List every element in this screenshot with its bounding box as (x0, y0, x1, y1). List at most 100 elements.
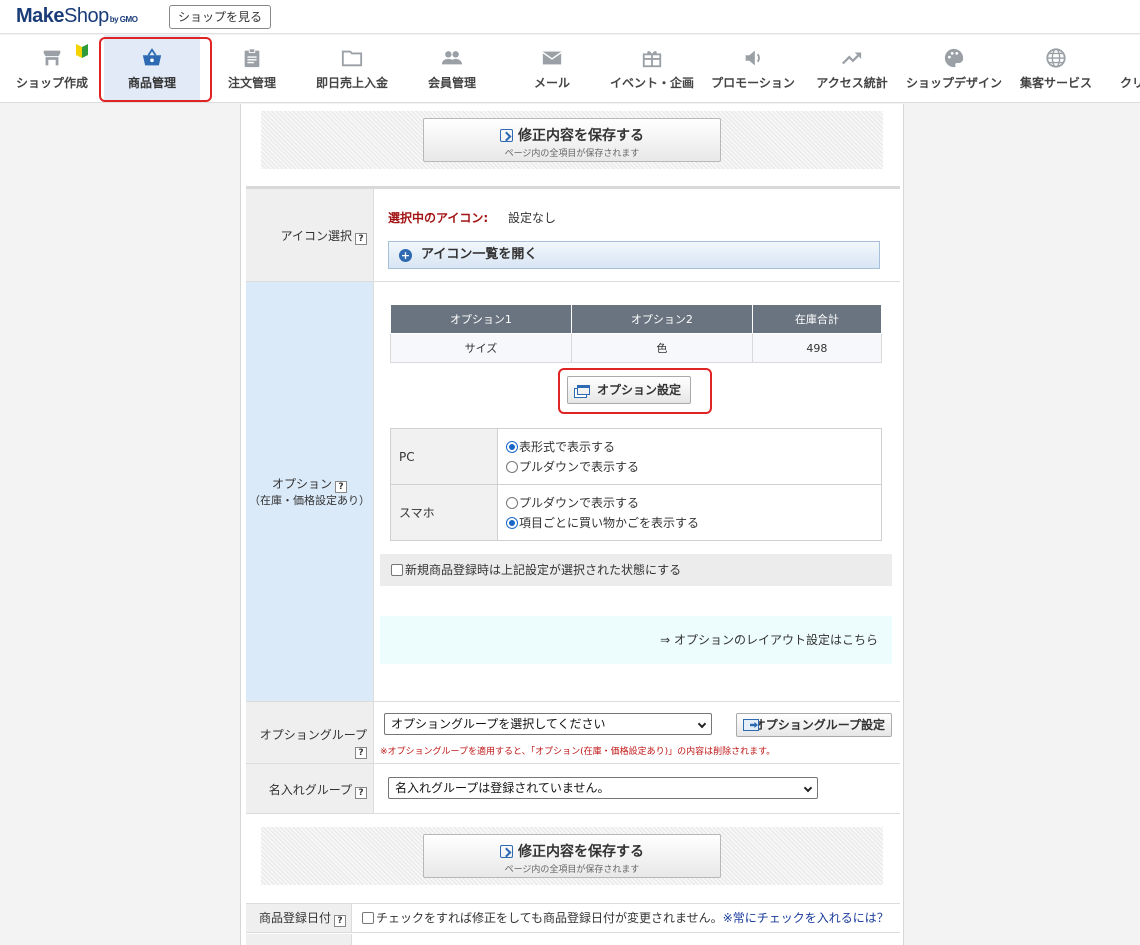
help-icon[interactable]: ? (355, 747, 367, 759)
nav-label: 注文管理 (227, 76, 276, 90)
option-group-select[interactable]: オプショングループを選択してください (384, 713, 712, 735)
save-button-top[interactable]: 修正内容を保存する ページ内の全項目が保存されます (423, 118, 721, 162)
help-icon[interactable]: ? (334, 915, 346, 927)
label-text: オプション (271, 477, 332, 491)
nav-label: アクセス統計 (816, 76, 888, 90)
folder-icon (341, 50, 363, 67)
option-group-setting-label: オプショングループ設定 (753, 718, 885, 732)
option-table-cell: 498 (751, 333, 883, 363)
nav-label: 即日売上入金 (315, 76, 388, 90)
radio-pc-pulldown[interactable]: プルダウンで表示する (506, 457, 881, 477)
keep-date-label: チェックをすれば修正をしても商品登録日付が変更されません。 (376, 911, 723, 925)
label-icon-select: アイコン選択? (246, 189, 374, 281)
option-table-header: 在庫合計 (751, 304, 883, 334)
chevron-down-icon (803, 783, 813, 793)
nav-label: 集客サービス (1019, 76, 1092, 90)
label-next (246, 934, 352, 945)
palette-icon (944, 48, 964, 68)
nav-label: プロモーション (711, 76, 795, 90)
nav-label: ショップ作成 (15, 76, 88, 90)
open-icon-list-button[interactable]: + アイコン一覧を開く (388, 241, 880, 269)
nav-same-day-payment[interactable]: 即日売上入金 (306, 35, 398, 102)
label-option-group: オプショングループ? (246, 702, 374, 763)
radio-label: プルダウンで表示する (519, 459, 640, 474)
open-icon-list-label: アイコン一覧を開く (421, 247, 538, 262)
radio-pc-table[interactable]: 表形式で表示する (506, 437, 881, 457)
save-band-top: 修正内容を保存する ページ内の全項目が保存されます (261, 111, 883, 169)
trend-icon (842, 52, 862, 65)
always-check-link[interactable]: ※常にチェックを入れるには？ (723, 911, 889, 925)
save-label-text: 修正内容を保存する (518, 128, 644, 144)
nav-item-truncated[interactable]: クリ (1112, 35, 1140, 102)
makeshop-logo[interactable]: MakeShopby GMO (16, 5, 138, 28)
new-registration-label: 新規商品登録時は上記設定が選択された状態にする (405, 563, 682, 577)
radio-unselected[interactable] (506, 496, 518, 509)
option-layout-link[interactable]: ⇒ オプションのレイアウト設定はこちら (660, 633, 878, 647)
nav-mail[interactable]: メール (508, 35, 596, 102)
main-nav: ショップ作成 商品管理 注文管理 即日売上入金 会員管理 メール イベント・企画… (0, 35, 1140, 103)
speaker-icon (745, 50, 760, 66)
people-icon (441, 51, 463, 65)
new-registration-checkbox[interactable] (391, 564, 403, 576)
save-band-bottom: 修正内容を保存する ページ内の全項目が保存されます (261, 827, 883, 885)
plus-icon: + (399, 249, 412, 262)
save-button-bottom[interactable]: 修正内容を保存する ページ内の全項目が保存されます (423, 834, 721, 878)
shop-icon (43, 50, 61, 66)
nav-events[interactable]: イベント・企画 (606, 35, 698, 102)
help-icon[interactable]: ? (355, 233, 367, 245)
nav-marketing-services[interactable]: 集客サービス (1012, 35, 1100, 102)
selected-icon-value: 設定なし (508, 211, 557, 225)
row-icon-select: アイコン選択? 選択中のアイコン: 設定なし + アイコン一覧を開く (246, 189, 900, 282)
option-group-setting-button[interactable]: オプショングループ設定 (736, 713, 892, 737)
nav-member-management[interactable]: 会員管理 (408, 35, 496, 102)
select-value: オプショングループを選択してください (391, 717, 606, 731)
option-table: オプション1 オプション2 在庫合計 サイズ 色 498 (390, 304, 883, 363)
name-group-select[interactable]: 名入れグループは登録されていません。 (388, 777, 818, 799)
nav-label: 会員管理 (427, 76, 476, 90)
radio-selected[interactable] (506, 516, 518, 529)
value-option-group: オプショングループを選択してください オプショングループ設定 ※オプショングルー… (374, 702, 900, 763)
value-name-group: 名入れグループは登録されていません。 (374, 764, 900, 813)
label-subtext: （在庫・価格設定あり） (249, 494, 370, 507)
radio-sp-cart-per-item[interactable]: 項目ごとに買い物かごを表示する (506, 513, 881, 533)
row-next (246, 934, 900, 945)
view-shop-button[interactable]: ショップを見る (169, 5, 272, 29)
nav-label: クリ (1120, 76, 1140, 90)
new-registration-default: 新規商品登録時は上記設定が選択された状態にする (380, 554, 892, 586)
help-icon[interactable]: ? (355, 787, 367, 799)
option-table-cell: 色 (570, 333, 753, 363)
display-options-smartphone: プルダウンで表示する 項目ごとに買い物かごを表示する (497, 484, 882, 541)
value-options: オプション1 オプション2 在庫合計 サイズ 色 498 オプション設定 PC … (374, 282, 900, 701)
nav-promotion[interactable]: プロモーション (706, 35, 800, 102)
label-options: オプション? （在庫・価格設定あり） (246, 282, 374, 701)
radio-unselected[interactable] (506, 460, 518, 473)
keep-date-checkbox[interactable] (362, 912, 374, 924)
value-registration-date: チェックをすれば修正をしても商品登録日付が変更されません。※常にチェックを入れる… (362, 904, 889, 932)
radio-label: 表形式で表示する (519, 439, 616, 454)
option-group-warning: ※オプショングループを適用すると、「オプション(在庫・価格設定あり)」の内容は削… (380, 747, 776, 757)
row-options: オプション? （在庫・価格設定あり） オプション1 オプション2 在庫合計 サイ… (246, 282, 900, 702)
layout-link-band: ⇒ オプションのレイアウト設定はこちら (380, 616, 892, 664)
label-text: アイコン選択 (280, 229, 352, 243)
nav-product-management[interactable]: 商品管理 (104, 35, 200, 102)
option-table-header: オプション2 (570, 304, 753, 334)
display-options-pc: 表形式で表示する プルダウンで表示する (497, 428, 882, 485)
nav-label: イベント・企画 (609, 76, 694, 90)
radio-sp-pulldown[interactable]: プルダウンで表示する (506, 493, 881, 513)
top-bar: MakeShopby GMO ショップを見る (0, 0, 1140, 34)
mail-icon (542, 51, 562, 65)
window-icon (576, 385, 590, 395)
logo-text-thin: Shop (64, 5, 109, 27)
nav-access-stats[interactable]: アクセス統計 (808, 35, 896, 102)
radio-selected[interactable] (506, 440, 518, 453)
save-label: 修正内容を保存する (424, 125, 720, 145)
option-table-header: オプション1 (390, 304, 572, 334)
nav-shop-design[interactable]: ショップデザイン (904, 35, 1004, 102)
save-icon (500, 845, 513, 858)
radio-label: 項目ごとに買い物かごを表示する (519, 515, 700, 530)
option-setting-button[interactable]: オプション設定 (567, 376, 691, 404)
logo-text-bold: Make (16, 5, 65, 27)
help-icon[interactable]: ? (335, 481, 347, 493)
label-text: 名入れグループ (268, 783, 352, 797)
nav-order-management[interactable]: 注文管理 (210, 35, 294, 102)
